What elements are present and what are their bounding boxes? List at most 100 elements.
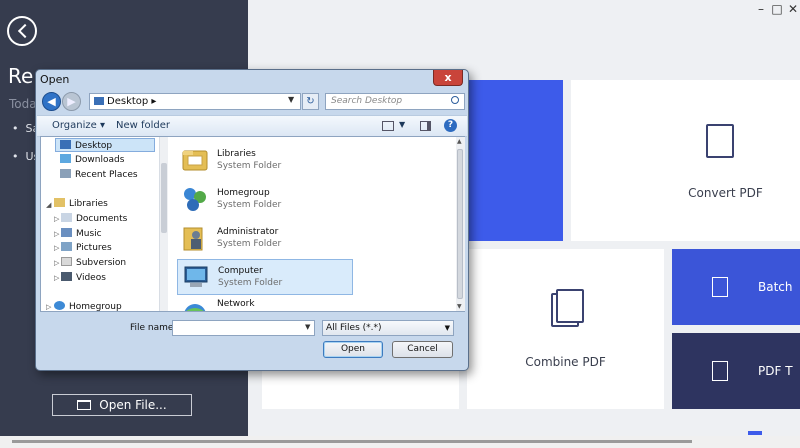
nav-item-documents[interactable]: Documents [61, 212, 127, 226]
file-type: System Folder [217, 239, 282, 249]
nav-item-downloads[interactable]: Downloads [60, 153, 124, 167]
user-folder-icon [183, 227, 203, 251]
file-name: Libraries [217, 149, 256, 159]
expand-arrow-icon[interactable]: ▷ [54, 227, 59, 241]
organize-button[interactable]: Organize ▾ [52, 120, 105, 131]
nav-item-libraries[interactable]: Libraries [54, 197, 108, 211]
navigation-pane-scrollbar-thumb[interactable] [161, 163, 167, 233]
pdf-tool-tile[interactable]: PDF T [672, 333, 800, 409]
libraries-icon [54, 198, 65, 207]
nav-item-videos[interactable]: Videos [61, 271, 106, 285]
dialog-toolbar: Organize ▾ New folder ▼ ? [37, 115, 467, 137]
libraries-folder-icon [182, 150, 208, 171]
address-bar[interactable]: Desktop ▸ [89, 93, 301, 110]
horizontal-scrollbar-thumb[interactable] [12, 440, 692, 443]
sidebar-title: Re [8, 64, 34, 88]
batch-icon [712, 277, 728, 297]
search-icon[interactable] [451, 96, 459, 104]
nav-item-homegroup[interactable]: Homegroup [54, 300, 122, 314]
scroll-up-icon[interactable]: ▲ [457, 138, 462, 145]
address-dropdown-icon[interactable]: ▼ [288, 93, 294, 106]
desktop-icon [94, 97, 104, 105]
pdf-tool-icon [712, 361, 728, 381]
preview-pane-icon[interactable] [420, 121, 431, 131]
expand-arrow-icon[interactable]: ▷ [54, 271, 59, 285]
file-name-label: File name: [130, 323, 177, 333]
file-name: Administrator [217, 227, 279, 237]
batch-label: Batch [758, 280, 793, 294]
file-item-homegroup[interactable]: Homegroup System Folder [177, 182, 353, 218]
file-name: Computer [218, 266, 263, 276]
file-type: System Folder [217, 161, 282, 171]
pdf-tool-label: PDF T [758, 364, 793, 378]
folder-icon [77, 400, 92, 410]
file-name-dropdown-icon[interactable]: ▼ [305, 323, 310, 331]
dialog-close-button[interactable]: x [433, 70, 463, 86]
documents-icon [61, 213, 72, 222]
search-input[interactable]: Search Desktop [325, 93, 465, 110]
horizontal-scrollbar[interactable] [0, 436, 800, 448]
close-button[interactable]: ✕ [786, 2, 800, 16]
new-folder-button[interactable]: New folder [116, 120, 170, 131]
open-file-button[interactable]: Open File... [52, 394, 192, 416]
expand-arrow-icon[interactable]: ▷ [54, 212, 59, 226]
file-item-computer[interactable]: Computer System Folder [177, 259, 353, 295]
downloads-icon [60, 154, 71, 163]
expand-arrow-icon[interactable]: ▷ [46, 300, 51, 314]
file-item-libraries[interactable]: Libraries System Folder [177, 143, 353, 179]
navigation-pane-scrollbar[interactable] [159, 137, 168, 311]
file-item-network[interactable]: Network [177, 298, 353, 311]
page-indicator [748, 431, 762, 435]
help-icon[interactable]: ? [444, 119, 457, 132]
homegroup-icon [184, 188, 206, 211]
maximize-button[interactable]: □ [770, 2, 784, 16]
file-list-scrollbar[interactable]: ▲ ▼ [456, 137, 465, 311]
convert-pdf-tile[interactable]: Convert PDF [571, 80, 800, 241]
view-options-icon[interactable] [382, 121, 394, 131]
expand-arrow-icon[interactable]: ▷ [54, 256, 59, 270]
open-button[interactable]: Open [323, 341, 383, 358]
music-icon [61, 228, 72, 237]
subversion-icon [61, 257, 72, 266]
nav-item-pictures[interactable]: Pictures [61, 241, 112, 255]
file-list-scrollbar-thumb[interactable] [457, 149, 463, 299]
browser-panes: Desktop Downloads Recent Places ◢ Librar… [40, 136, 465, 312]
file-name: Network [217, 299, 255, 309]
file-item-administrator[interactable]: Administrator System Folder [177, 221, 353, 257]
nav-item-music[interactable]: Music [61, 227, 102, 241]
cancel-button[interactable]: Cancel [392, 341, 453, 358]
view-dropdown-icon[interactable]: ▼ [399, 120, 405, 129]
back-arrow-icon[interactable] [7, 16, 37, 46]
forward-icon[interactable]: ▶ [62, 92, 81, 111]
convert-pdf-label: Convert PDF [688, 186, 763, 200]
file-type-filter-value: All Files (*.*) [326, 323, 382, 333]
homegroup-icon [54, 301, 65, 310]
recent-places-icon [60, 169, 71, 178]
open-file-label: Open File... [99, 398, 167, 412]
file-name-input[interactable] [172, 320, 315, 336]
scroll-down-icon[interactable]: ▼ [457, 303, 462, 310]
convert-pdf-icon [706, 124, 734, 158]
sidebar-subtitle: Toda [9, 97, 37, 111]
file-name: Homegroup [217, 188, 270, 198]
batch-tile[interactable]: Batch [672, 249, 800, 325]
desktop-icon [60, 140, 71, 149]
refresh-icon[interactable]: ↻ [302, 93, 319, 110]
videos-icon [61, 272, 72, 281]
combine-pdf-label: Combine PDF [525, 355, 606, 369]
minimize-button[interactable]: – [754, 2, 768, 16]
file-type-filter[interactable]: All Files (*.*) ▼ [322, 320, 454, 336]
nav-item-desktop[interactable]: Desktop [55, 138, 155, 152]
expand-arrow-icon[interactable]: ▷ [54, 241, 59, 255]
combine-pdf-tile[interactable]: Combine PDF [467, 249, 664, 409]
file-type: System Folder [218, 278, 283, 288]
collapse-arrow-icon[interactable]: ◢ [46, 198, 51, 212]
pictures-icon [61, 242, 72, 251]
computer-icon [184, 266, 208, 287]
nav-item-recent-places[interactable]: Recent Places [60, 168, 138, 182]
back-icon[interactable]: ◀ [42, 92, 61, 111]
nav-item-subversion[interactable]: Subversion [61, 256, 126, 270]
combine-pdf-icon-front [556, 289, 584, 323]
network-icon [184, 304, 206, 311]
file-list: Libraries System Folder Homegroup System… [169, 137, 454, 311]
